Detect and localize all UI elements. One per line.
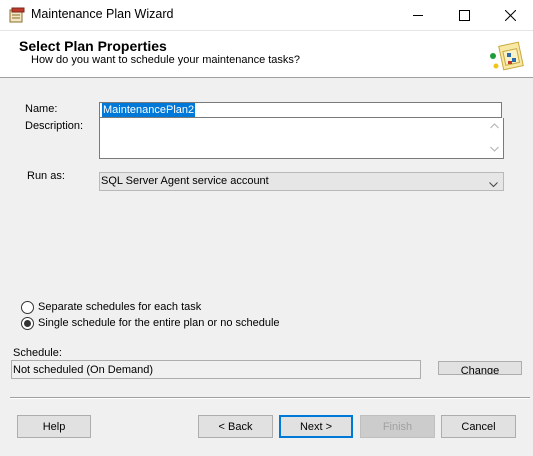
footer-separator [10, 397, 530, 399]
minimize-button[interactable] [395, 0, 441, 30]
single-schedule-label: Single schedule for the entire plan or n… [38, 317, 280, 329]
single-schedule-radio[interactable] [21, 317, 34, 330]
back-button[interactable]: < Back [198, 415, 273, 438]
change-button[interactable]: Change [438, 361, 522, 375]
separate-schedules-radio[interactable] [21, 301, 34, 314]
minimize-icon [412, 14, 423, 16]
back-button-label: < Back [218, 420, 253, 433]
maximize-icon [458, 9, 470, 21]
cancel-button[interactable]: Cancel [441, 415, 516, 438]
close-icon [504, 9, 516, 21]
run-as-value: SQL Server Agent service account [101, 175, 269, 187]
name-value: MaintenancePlan2 [102, 103, 196, 117]
wizard-app-icon [9, 7, 25, 23]
chevron-down-icon [489, 177, 498, 191]
name-label: Name: [25, 103, 58, 115]
description-scrollbar[interactable] [486, 118, 503, 158]
schedule-value: Not scheduled (On Demand) [13, 364, 154, 376]
separate-schedules-label: Separate schedules for each task [38, 301, 202, 313]
close-button[interactable] [487, 0, 533, 30]
schedule-label: Schedule: [13, 347, 62, 359]
maintenance-plan-icon [488, 38, 524, 74]
help-button-label: Help [42, 420, 66, 433]
cancel-button-label: Cancel [461, 420, 496, 433]
help-button[interactable]: Help [17, 415, 91, 438]
next-button-label: Next > [299, 420, 333, 433]
description-label: Description: [25, 120, 84, 132]
page-title: Select Plan Properties [19, 38, 167, 54]
radio-selected-dot [24, 320, 31, 327]
change-button-label: Change [460, 365, 500, 375]
maximize-button[interactable] [441, 0, 487, 30]
finish-button-label: Finish [382, 420, 413, 433]
finish-button[interactable]: Finish [360, 415, 435, 438]
description-textarea[interactable] [99, 118, 504, 159]
page-subtitle: How do you want to schedule your mainten… [31, 54, 301, 66]
next-button[interactable]: Next > [279, 415, 353, 438]
run-as-label: Run as: [27, 170, 65, 182]
name-input[interactable]: MaintenancePlan2 [99, 102, 502, 118]
window-title: Maintenance Plan Wizard [31, 7, 174, 21]
